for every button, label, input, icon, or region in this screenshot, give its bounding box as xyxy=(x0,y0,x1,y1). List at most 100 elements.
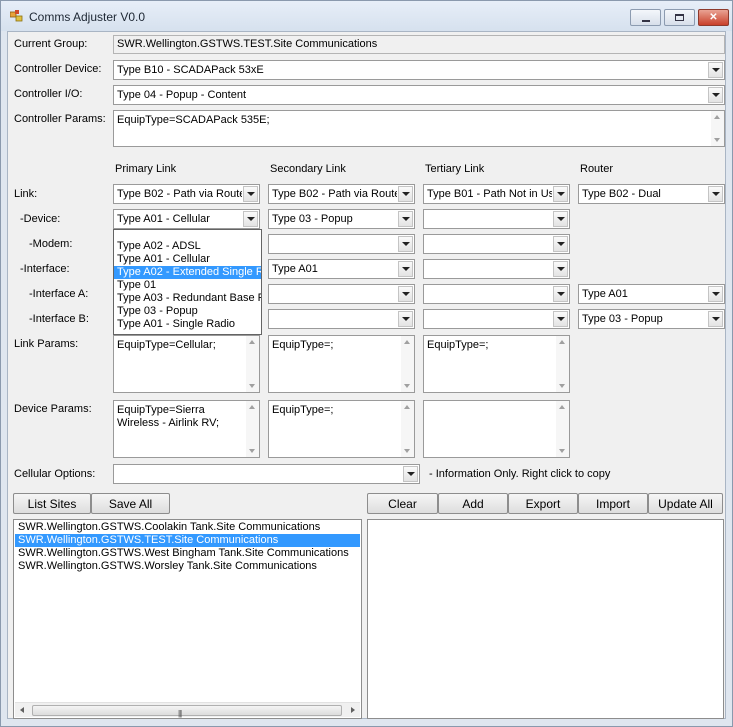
tertiary-interface-b-select[interactable] xyxy=(423,309,570,329)
update-all-button[interactable]: Update All xyxy=(648,493,723,514)
minimize-icon xyxy=(641,19,650,22)
chevron-down-icon[interactable] xyxy=(708,286,723,302)
controller-params-textarea[interactable]: EquipType=SCADAPack 535E; xyxy=(113,110,725,147)
minimize-button[interactable] xyxy=(630,9,661,26)
export-button[interactable]: Export xyxy=(508,493,578,514)
scrollbar[interactable] xyxy=(556,336,569,392)
chevron-down-icon[interactable] xyxy=(708,87,723,103)
title-bar[interactable]: Comms Adjuster V0.0 ✕ xyxy=(1,1,732,31)
clear-button[interactable]: Clear xyxy=(367,493,438,514)
chevron-down-icon[interactable] xyxy=(243,211,258,227)
device-dropdown-list[interactable]: Type A02 - ADSL Type A01 - Cellular Type A… xyxy=(113,229,262,335)
list-sites-button[interactable]: List Sites xyxy=(13,493,91,514)
chevron-down-icon[interactable] xyxy=(553,211,568,227)
secondary-link-select[interactable]: Type B02 - Path via Router xyxy=(268,184,415,204)
chevron-down-icon[interactable] xyxy=(398,261,413,277)
scrollbar[interactable] xyxy=(711,111,724,146)
close-button[interactable]: ✕ xyxy=(698,9,729,26)
secondary-link-params-textarea[interactable]: EquipType=; xyxy=(268,335,415,393)
controller-io-select[interactable]: Type 04 - Popup - Content xyxy=(113,85,725,105)
chevron-down-icon[interactable] xyxy=(398,236,413,252)
chevron-down-icon[interactable] xyxy=(403,466,418,482)
router-header: Router xyxy=(580,163,614,175)
dropdown-option[interactable]: Type A03 - Redundant Base Radio xyxy=(114,292,261,305)
secondary-modem-select[interactable] xyxy=(268,234,415,254)
chevron-down-icon[interactable] xyxy=(553,311,568,327)
import-button[interactable]: Import xyxy=(578,493,648,514)
dropdown-option[interactable]: Type A02 - ADSL xyxy=(114,240,261,253)
horizontal-scrollbar[interactable]: ||| xyxy=(15,702,360,718)
secondary-device-params-textarea[interactable]: EquipType=; xyxy=(268,400,415,458)
router-interface-a-select[interactable]: Type A01 xyxy=(578,284,725,304)
maximize-button[interactable] xyxy=(664,9,695,26)
chevron-down-icon[interactable] xyxy=(708,62,723,78)
router-interface-b-select[interactable]: Type 03 - Popup xyxy=(578,309,725,329)
scrollbar[interactable] xyxy=(246,336,259,392)
scrollbar[interactable] xyxy=(556,401,569,457)
chevron-down-icon[interactable] xyxy=(708,186,723,202)
chevron-down-icon[interactable] xyxy=(553,286,568,302)
client-area: Current Group: SWR.Wellington.GSTWS.TEST… xyxy=(7,31,726,719)
router-link-select[interactable]: Type B02 - Dual xyxy=(578,184,725,204)
scrollbar[interactable] xyxy=(401,401,414,457)
output-text-area[interactable] xyxy=(367,519,724,719)
secondary-interface-select[interactable]: Type A01 xyxy=(268,259,415,279)
primary-device-params-textarea[interactable]: EquipType=Sierra Wireless - Airlink RV; xyxy=(113,400,260,458)
secondary-interface-a-select[interactable] xyxy=(268,284,415,304)
chevron-down-icon[interactable] xyxy=(243,186,258,202)
scrollbar[interactable] xyxy=(246,401,259,457)
tertiary-link-header: Tertiary Link xyxy=(425,163,485,175)
save-all-button[interactable]: Save All xyxy=(91,493,170,514)
controller-io-value: Type 04 - Popup - Content xyxy=(117,89,247,101)
chevron-down-icon[interactable] xyxy=(398,311,413,327)
primary-link-select[interactable]: Type B02 - Path via Router xyxy=(113,184,260,204)
cellular-options-select[interactable] xyxy=(113,464,420,484)
primary-device-select[interactable]: Type A01 - Cellular xyxy=(113,209,260,229)
add-button[interactable]: Add xyxy=(438,493,508,514)
close-icon: ✕ xyxy=(709,12,718,23)
scroll-left-icon[interactable] xyxy=(20,707,24,713)
scroll-right-icon[interactable] xyxy=(351,707,355,713)
primary-device-value: Type A01 - Cellular xyxy=(117,213,210,225)
chevron-down-icon[interactable] xyxy=(708,311,723,327)
sites-items: SWR.Wellington.GSTWS.Coolakin Tank.Site … xyxy=(15,521,360,573)
tertiary-interface-select[interactable] xyxy=(423,259,570,279)
list-item[interactable]: SWR.Wellington.GSTWS.Worsley Tank.Site C… xyxy=(15,560,360,573)
window-title: Comms Adjuster V0.0 xyxy=(29,10,146,24)
list-item[interactable]: SWR.Wellington.GSTWS.West Bingham Tank.S… xyxy=(15,547,360,560)
dropdown-option[interactable]: Type 03 - Popup xyxy=(114,305,261,318)
tertiary-link-params-textarea[interactable]: EquipType=; xyxy=(423,335,570,393)
cellular-options-label: Cellular Options: xyxy=(14,468,96,480)
app-icon xyxy=(10,10,23,22)
secondary-interface-b-select[interactable] xyxy=(268,309,415,329)
maximize-icon xyxy=(675,14,684,21)
chevron-down-icon[interactable] xyxy=(553,261,568,277)
current-group-field[interactable]: SWR.Wellington.GSTWS.TEST.Site Communica… xyxy=(113,35,725,54)
tertiary-device-select[interactable] xyxy=(423,209,570,229)
scroll-thumb[interactable]: ||| xyxy=(32,705,342,718)
primary-link-params-textarea[interactable]: EquipType=Cellular; xyxy=(113,335,260,393)
list-item[interactable]: SWR.Wellington.GSTWS.TEST.Site Communica… xyxy=(15,534,360,547)
chevron-down-icon[interactable] xyxy=(553,186,568,202)
tertiary-interface-a-select[interactable] xyxy=(423,284,570,304)
sites-list[interactable]: SWR.Wellington.GSTWS.Coolakin Tank.Site … xyxy=(13,519,362,719)
router-interface-b-value: Type 03 - Popup xyxy=(582,313,663,325)
dropdown-option[interactable]: Type 01 xyxy=(114,279,261,292)
link-params-label: Link Params: xyxy=(14,338,79,350)
chevron-down-icon[interactable] xyxy=(398,286,413,302)
chevron-down-icon[interactable] xyxy=(398,186,413,202)
list-item[interactable]: SWR.Wellington.GSTWS.Coolakin Tank.Site … xyxy=(15,521,360,534)
app-window: Comms Adjuster V0.0 ✕ Current Group: SWR… xyxy=(0,0,733,727)
scrollbar[interactable] xyxy=(401,336,414,392)
dropdown-option[interactable]: Type A01 - Cellular xyxy=(114,253,261,266)
tertiary-modem-select[interactable] xyxy=(423,234,570,254)
secondary-device-select[interactable]: Type 03 - Popup xyxy=(268,209,415,229)
dropdown-option[interactable]: Type A02 - Extended Single Radio xyxy=(114,266,261,279)
secondary-device-params-value: EquipType=; xyxy=(272,404,334,416)
chevron-down-icon[interactable] xyxy=(398,211,413,227)
chevron-down-icon[interactable] xyxy=(553,236,568,252)
controller-device-select[interactable]: Type B10 - SCADAPack 53xE xyxy=(113,60,725,80)
dropdown-option[interactable]: Type A01 - Single Radio xyxy=(114,318,261,331)
tertiary-link-select[interactable]: Type B01 - Path Not in Use xyxy=(423,184,570,204)
tertiary-device-params-textarea[interactable] xyxy=(423,400,570,458)
